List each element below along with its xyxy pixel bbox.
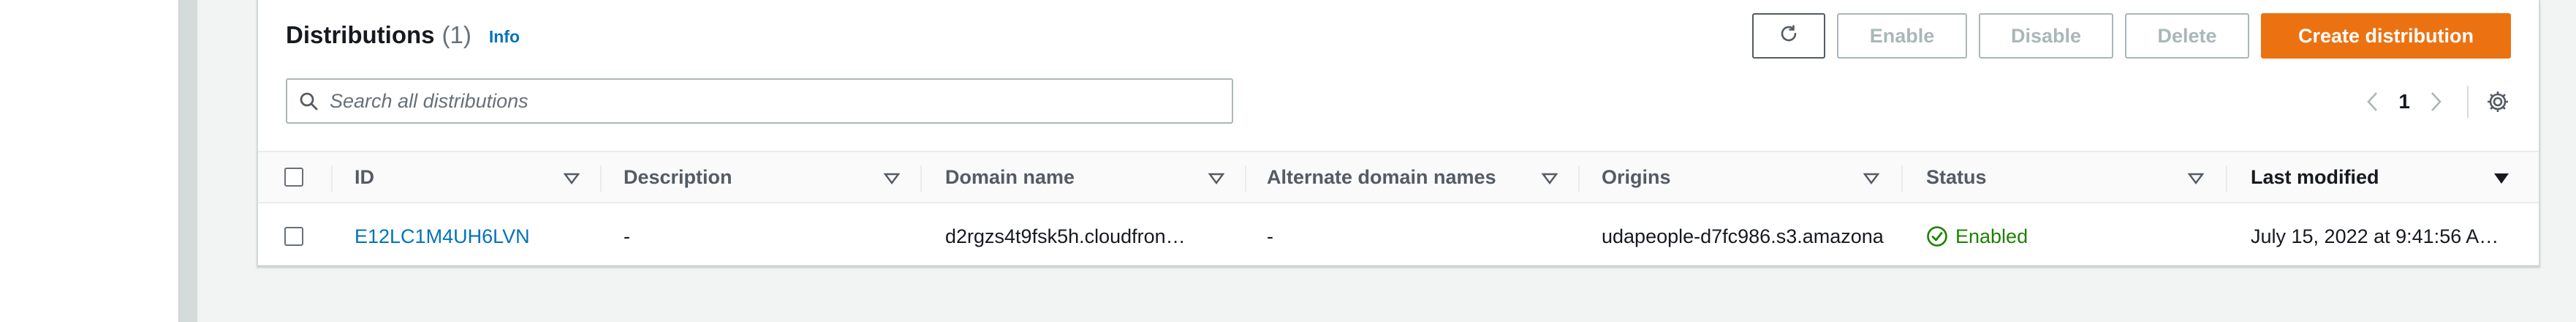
select-all-checkbox-cell[interactable] [284, 152, 314, 202]
alternate-domain-names-value: - [1267, 225, 1273, 247]
column-header-label: Origins [1602, 165, 1671, 188]
distribution-count: (1) [442, 21, 471, 48]
disable-button[interactable]: Disable [1979, 13, 2113, 59]
table-header-row: ID Description Domain name Alternate dom… [258, 151, 2539, 203]
column-divider [1245, 165, 1246, 192]
create-distribution-button[interactable]: Create distribution [2261, 13, 2511, 59]
column-header-label: Alternate domain names [1267, 165, 1496, 188]
column-header-origins[interactable]: Origins [1602, 152, 1821, 202]
preferences-button[interactable] [2485, 89, 2511, 115]
chevron-left-icon [2367, 92, 2378, 111]
column-header-label: Description [624, 165, 732, 188]
column-header-label: ID [355, 165, 374, 188]
cell-alternate-domain-names: - [1267, 211, 1559, 262]
sort-caret-icon[interactable] [564, 173, 580, 184]
column-divider [600, 165, 602, 192]
previous-page-button[interactable] [2363, 89, 2382, 115]
action-toolbar: Enable Disable Delete Create distributio… [1752, 13, 2511, 59]
page-title: Distributions [286, 21, 435, 48]
left-blank-area [0, 0, 178, 322]
distributions-container: Distributions (1) Info Enable Disable De… [257, 0, 2540, 266]
refresh-icon [1778, 23, 1800, 50]
column-divider [1901, 165, 1903, 192]
cell-description: - [624, 211, 901, 262]
next-page-button[interactable] [2426, 89, 2445, 115]
enable-button[interactable]: Enable [1837, 13, 1967, 59]
cell-domain-name: d2rgzs4t9fsk5h.cloudfron… [945, 211, 1238, 262]
column-header-label: Domain name [945, 165, 1075, 188]
sort-caret-icon[interactable] [1208, 173, 1224, 184]
success-check-icon [1927, 226, 1947, 247]
column-header-domain-name[interactable]: Domain name [945, 152, 1164, 202]
pagination-divider [2467, 86, 2469, 118]
column-header-label: Last modified [2251, 165, 2379, 188]
select-all-checkbox[interactable] [284, 168, 303, 187]
table-row[interactable]: E12LC1M4UH6LVN - d2rgzs4t9fsk5h.cloudfro… [258, 211, 2539, 262]
search-input[interactable]: Search all distributions [330, 90, 529, 113]
info-link[interactable]: Info [489, 27, 520, 47]
cell-status: Enabled [1926, 211, 2219, 262]
cell-last-modified: July 15, 2022 at 9:41:56 A… [2251, 211, 2514, 262]
sort-caret-icon[interactable] [884, 173, 900, 184]
column-divider [920, 165, 922, 192]
sort-caret-icon[interactable] [1863, 173, 1879, 184]
gear-icon [2488, 91, 2508, 112]
row-checkbox-cell[interactable] [284, 211, 314, 262]
sort-caret-icon[interactable] [1542, 173, 1558, 184]
cell-origins: udapeople-d7fc986.s3.amazona [1602, 211, 1894, 262]
column-header-status[interactable]: Status [1926, 152, 2145, 202]
page-number[interactable]: 1 [2398, 90, 2410, 113]
column-divider [331, 165, 333, 192]
last-modified-value: July 15, 2022 at 9:41:56 A… [2251, 225, 2499, 247]
column-header-alternate-domain-names[interactable]: Alternate domain names [1267, 152, 1515, 202]
column-divider [2226, 165, 2227, 192]
status-badge: Enabled [1955, 225, 2028, 247]
domain-name-value: d2rgzs4t9fsk5h.cloudfron… [945, 225, 1186, 247]
side-navigation-collapsed-bar[interactable] [178, 0, 197, 322]
sort-caret-icon[interactable] [2188, 173, 2204, 184]
row-checkbox[interactable] [284, 227, 303, 246]
description-value: - [624, 225, 630, 247]
column-header-label: Status [1926, 165, 1987, 188]
search-field[interactable]: Search all distributions [286, 78, 1233, 124]
pagination: 1 [2363, 79, 2511, 124]
column-divider [1578, 165, 1580, 192]
column-header-description[interactable]: Description [624, 152, 843, 202]
header: Distributions (1) Info [286, 16, 520, 54]
column-header-id[interactable]: ID [355, 152, 501, 202]
delete-button[interactable]: Delete [2125, 13, 2249, 59]
column-header-last-modified[interactable]: Last modified [2251, 152, 2470, 202]
cell-id[interactable]: E12LC1M4UH6LVN [355, 211, 588, 262]
search-icon [298, 90, 319, 112]
sort-caret-filled-icon[interactable] [2493, 173, 2509, 184]
refresh-button[interactable] [1752, 13, 1825, 59]
distribution-id-link[interactable]: E12LC1M4UH6LVN [355, 225, 530, 248]
chevron-right-icon [2431, 92, 2441, 111]
origins-value: udapeople-d7fc986.s3.amazona [1602, 225, 1884, 247]
